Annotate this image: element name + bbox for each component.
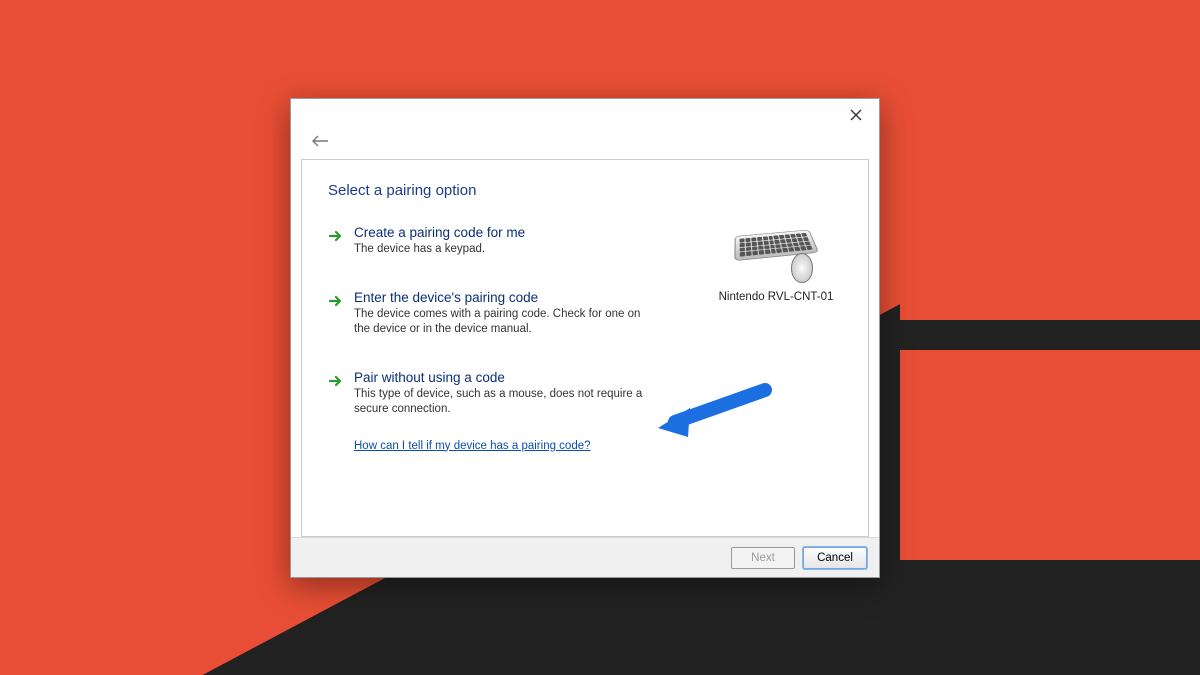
option-title: Create a pairing code for me bbox=[354, 225, 648, 240]
option-description: This type of device, such as a mouse, do… bbox=[354, 387, 644, 418]
option-description: The device has a keypad. bbox=[354, 242, 644, 258]
option-title: Enter the device's pairing code bbox=[354, 290, 648, 305]
dialog-footer: Next Cancel bbox=[291, 537, 879, 577]
cancel-button[interactable]: Cancel bbox=[803, 547, 867, 569]
option-create-code[interactable]: Create a pairing code for me The device … bbox=[328, 225, 648, 258]
option-pair-no-code[interactable]: Pair without using a code This type of d… bbox=[328, 370, 648, 418]
dialog-heading: Select a pairing option bbox=[328, 182, 842, 199]
next-button: Next bbox=[731, 547, 795, 569]
close-icon bbox=[850, 109, 862, 121]
device-preview: Nintendo RVL-CNT-01 bbox=[706, 220, 846, 303]
back-arrow-icon bbox=[311, 135, 329, 147]
arrow-right-icon bbox=[328, 290, 344, 338]
titlebar bbox=[291, 99, 879, 131]
arrow-right-icon bbox=[328, 225, 344, 258]
option-description: The device comes with a pairing code. Ch… bbox=[354, 307, 644, 338]
arrow-right-icon bbox=[328, 370, 344, 418]
keyboard-mouse-icon bbox=[731, 220, 821, 285]
option-title: Pair without using a code bbox=[354, 370, 648, 385]
option-enter-code[interactable]: Enter the device's pairing code The devi… bbox=[328, 290, 648, 338]
back-button[interactable] bbox=[311, 134, 329, 152]
device-label: Nintendo RVL-CNT-01 bbox=[706, 291, 846, 303]
navigation-row bbox=[291, 131, 879, 155]
close-button[interactable] bbox=[841, 102, 871, 128]
help-link[interactable]: How can I tell if my device has a pairin… bbox=[354, 440, 591, 452]
pairing-dialog: Select a pairing option Create a pairing… bbox=[290, 98, 880, 578]
dialog-content: Select a pairing option Create a pairing… bbox=[301, 159, 869, 537]
